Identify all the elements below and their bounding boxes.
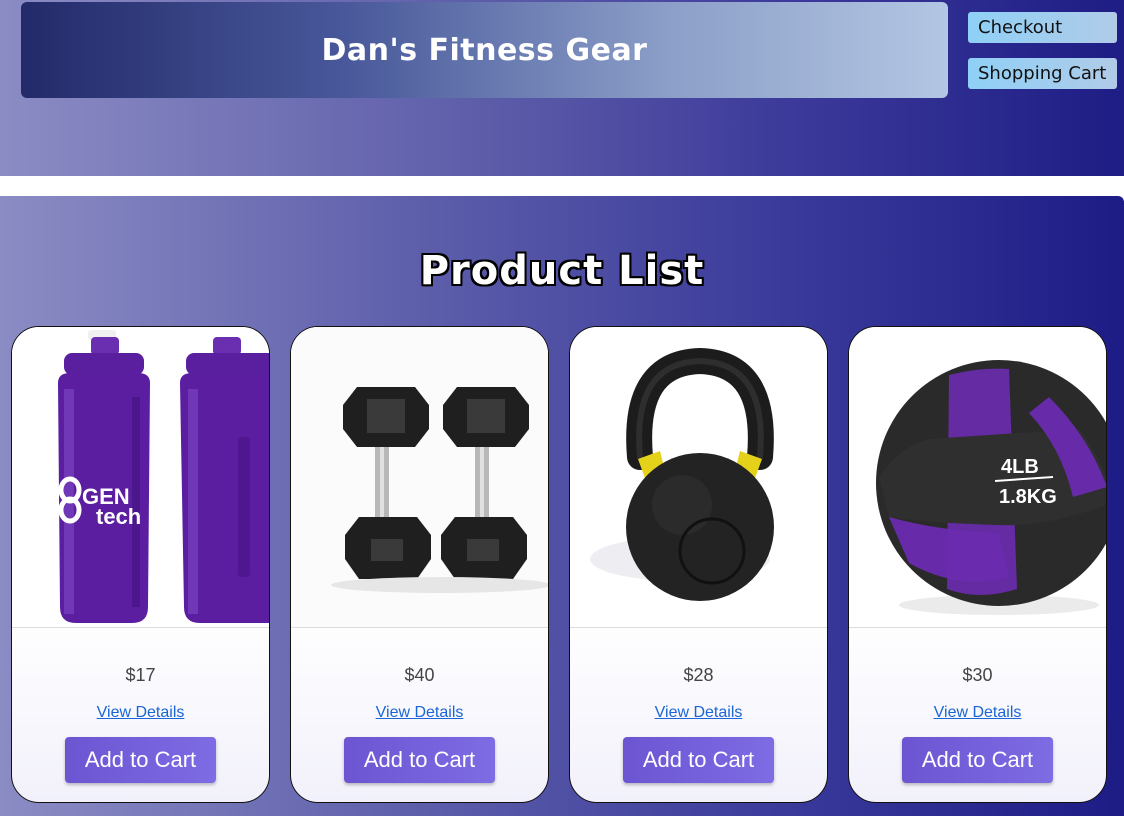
site-title: Dan's Fitness Gear — [321, 32, 648, 68]
dumbbells-icon — [291, 327, 548, 627]
product-card: GEN tech $17 View Details Add to Cart — [11, 326, 270, 803]
add-to-cart-button[interactable]: Add to Cart — [623, 737, 774, 783]
shopping-cart-button[interactable]: Shopping Cart — [968, 58, 1117, 89]
product-list-heading: Product List — [419, 248, 705, 294]
product-price: $28 — [683, 665, 714, 685]
site-banner: Dan's Fitness Gear — [21, 2, 948, 98]
view-details-link[interactable]: View Details — [12, 704, 269, 722]
product-card: $40 View Details Add to Cart — [290, 326, 549, 803]
product-image[interactable]: GEN tech — [12, 327, 269, 628]
kettlebell-icon — [590, 347, 774, 601]
product-image[interactable]: 4LB 1.8KG — [849, 327, 1106, 628]
checkout-button[interactable]: Checkout — [968, 12, 1117, 43]
product-card: 4LB 1.8KG $30 View Details Add to Cart — [848, 326, 1107, 803]
add-to-cart-button[interactable]: Add to Cart — [344, 737, 495, 783]
product-image[interactable] — [291, 327, 548, 628]
product-card: $28 View Details Add to Cart — [569, 326, 828, 803]
svg-text:4LB: 4LB — [1001, 456, 1039, 478]
product-price: $17 — [125, 665, 156, 685]
medicine-ball-icon: 4LB 1.8KG — [876, 360, 1106, 615]
view-details-link[interactable]: View Details — [570, 704, 827, 722]
svg-text:tech: tech — [96, 504, 141, 529]
product-section: Product List GEN tech $17 View Details A… — [0, 196, 1124, 816]
product-price: $30 — [962, 665, 993, 685]
add-to-cart-button[interactable]: Add to Cart — [902, 737, 1053, 783]
water-bottles-icon: GEN tech — [58, 330, 269, 623]
view-details-link[interactable]: View Details — [849, 704, 1106, 722]
view-details-link[interactable]: View Details — [291, 704, 548, 722]
svg-text:1.8KG: 1.8KG — [999, 486, 1057, 508]
product-price: $40 — [404, 665, 435, 685]
header-band: Dan's Fitness Gear Checkout Shopping Car… — [0, 0, 1124, 176]
product-image[interactable] — [570, 327, 827, 628]
add-to-cart-button[interactable]: Add to Cart — [65, 737, 216, 783]
